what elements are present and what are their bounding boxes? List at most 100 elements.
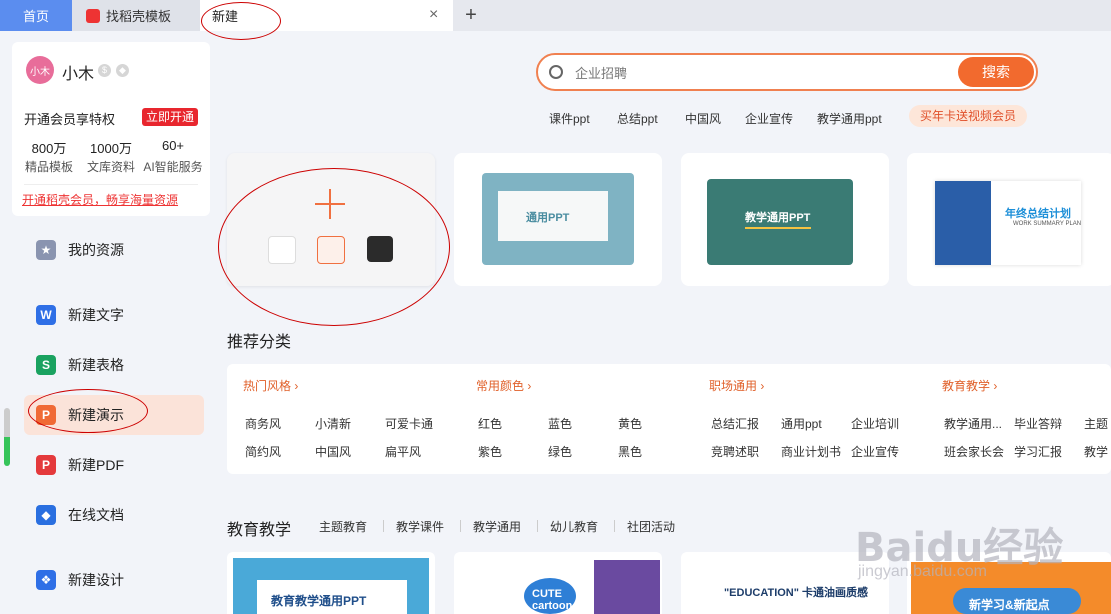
edu-card[interactable]: 教育教学通用PPT	[227, 552, 435, 614]
category-item[interactable]: 总结汇报	[711, 415, 759, 432]
template-card-summary[interactable]: 年终总结计划 WORK SUMMARY PLAN	[907, 153, 1111, 286]
hot-tag[interactable]: 中国风	[685, 110, 721, 127]
template-title: 通用PPT	[526, 212, 570, 224]
close-icon[interactable]: ×	[429, 7, 443, 23]
sidebar-item-new-design[interactable]: ❖ 新建设计	[24, 560, 204, 600]
edu-tab[interactable]: 教学课件	[396, 518, 444, 535]
category-item[interactable]: 可爱卡通	[385, 415, 433, 432]
category-item[interactable]: 黄色	[618, 415, 642, 432]
sidebar-item-new-writer[interactable]: W 新建文字	[24, 295, 204, 335]
category-item[interactable]: 竞聘述职	[711, 443, 759, 460]
edu-card-title: "EDUCATION" 卡通油画质感	[723, 587, 869, 599]
category-item[interactable]: 小清新	[315, 415, 351, 432]
category-item[interactable]: 企业培训	[851, 415, 899, 432]
coin-badge-icon: $	[98, 64, 111, 77]
category-head[interactable]: 常用颜色 ›	[476, 377, 531, 394]
search-icon	[549, 65, 563, 79]
stat-ai-num: 60+	[161, 138, 185, 153]
search-button[interactable]: 搜索	[958, 57, 1034, 87]
category-item[interactable]: 红色	[478, 415, 502, 432]
add-tab-icon[interactable]: +	[460, 4, 482, 26]
sidebar-item-label: 新建PDF	[68, 457, 124, 473]
annotation-ellipse	[218, 168, 450, 326]
template-title: 教学通用PPT	[745, 212, 811, 224]
divider	[537, 520, 538, 532]
design-icon: ❖	[36, 570, 56, 590]
template-title: 年终总结计划	[1005, 208, 1071, 220]
hot-tag[interactable]: 教学通用ppt	[817, 110, 882, 127]
vip-open-button[interactable]: 立即开通	[142, 108, 198, 126]
watermark-url: jingyan.baidu.com	[858, 563, 987, 580]
stat-library-label: 文库资料	[86, 160, 135, 174]
category-item[interactable]: 班会家长会	[944, 443, 1004, 460]
avatar[interactable]: 小木	[26, 56, 54, 84]
category-head[interactable]: 职场通用 ›	[709, 377, 764, 394]
sidebar-item-label: 新建文字	[68, 307, 124, 323]
divider	[460, 520, 461, 532]
vip-promo-link[interactable]: 开通稻壳会员，畅享海量资源	[22, 191, 178, 208]
category-item[interactable]: 蓝色	[548, 415, 572, 432]
annotation-ellipse	[201, 2, 281, 40]
star-icon: ★	[36, 240, 56, 260]
recommend-title: 推荐分类	[227, 334, 292, 351]
sidebar-item-label: 我的资源	[68, 242, 124, 258]
hot-tag[interactable]: 总结ppt	[617, 110, 658, 127]
category-item[interactable]: 黑色	[618, 443, 642, 460]
category-item[interactable]: 主题	[1084, 415, 1108, 432]
edu-card[interactable]: CUTE cartoon	[454, 552, 662, 614]
user-name[interactable]: 小木	[62, 60, 94, 84]
edu-card-title: 教育教学通用PPT	[271, 594, 367, 608]
category-head[interactable]: 热门风格 ›	[243, 377, 298, 394]
sidebar-item-new-pdf[interactable]: P 新建PDF	[24, 445, 204, 485]
template-card-teaching[interactable]: 教学通用PPT	[681, 153, 889, 286]
category-item[interactable]: 绿色	[548, 443, 572, 460]
tab-home-label: 首页	[22, 9, 49, 24]
category-item[interactable]: 中国风	[315, 443, 351, 460]
tab-daoke-label: 找稻壳模板	[106, 9, 172, 24]
template-card-general[interactable]: 通用PPT	[454, 153, 662, 286]
tab-home[interactable]: 首页	[0, 0, 72, 31]
annotation-ellipse	[28, 389, 148, 433]
scrollbar[interactable]	[4, 408, 10, 466]
promo-badge[interactable]: 买年卡送视频会员	[909, 105, 1027, 127]
vip-title: 开通会员享特权	[24, 112, 116, 127]
education-title: 教育教学	[227, 522, 292, 539]
stat-library-num: 1000万	[90, 141, 132, 156]
stat-templates-num: 800万	[31, 141, 67, 156]
sidebar-item-online-doc[interactable]: ◆ 在线文档	[24, 495, 204, 535]
stat-ai-label: AI智能服务	[143, 160, 203, 174]
hot-tag[interactable]: 企业宣传	[745, 110, 793, 127]
divider	[383, 520, 384, 532]
category-item[interactable]: 商务风	[245, 415, 281, 432]
category-item[interactable]: 通用ppt	[781, 415, 822, 432]
category-head[interactable]: 教育教学 ›	[942, 377, 997, 394]
category-item[interactable]: 教学通用...	[944, 415, 1002, 432]
sidebar-item-my-resources[interactable]: ★ 我的资源	[24, 230, 204, 270]
tab-daoke[interactable]: 找稻壳模板	[72, 0, 200, 31]
sidebar-item-new-sheet[interactable]: S 新建表格	[24, 345, 204, 385]
category-item[interactable]: 企业宣传	[851, 443, 899, 460]
daoke-logo-icon	[86, 8, 100, 23]
category-item[interactable]: 教学	[1084, 443, 1108, 460]
edu-tab[interactable]: 教学通用	[473, 518, 521, 535]
edu-tab[interactable]: 主题教育	[319, 518, 367, 535]
edu-tab[interactable]: 社团活动	[627, 518, 675, 535]
sidebar-item-label: 在线文档	[68, 507, 124, 523]
search-input[interactable]	[573, 63, 947, 83]
divider	[24, 184, 198, 185]
template-subtitle: WORK SUMMARY PLAN	[1013, 221, 1082, 227]
category-item[interactable]: 毕业答辩	[1014, 415, 1062, 432]
category-item[interactable]: 简约风	[245, 443, 281, 460]
category-item[interactable]: 学习汇报	[1014, 443, 1062, 460]
stat-templates-label: 精品模板	[24, 160, 73, 174]
category-item[interactable]: 扁平风	[385, 443, 421, 460]
category-item[interactable]: 商业计划书	[781, 443, 841, 460]
edu-tab[interactable]: 幼儿教育	[550, 518, 598, 535]
divider	[614, 520, 615, 532]
hot-tag[interactable]: 课件ppt	[549, 110, 590, 127]
sidebar-item-label: 新建设计	[68, 572, 124, 588]
sidebar-item-label: 新建表格	[68, 357, 124, 373]
category-item[interactable]: 紫色	[478, 443, 502, 460]
sheet-icon: S	[36, 355, 56, 375]
writer-icon: W	[36, 305, 56, 325]
